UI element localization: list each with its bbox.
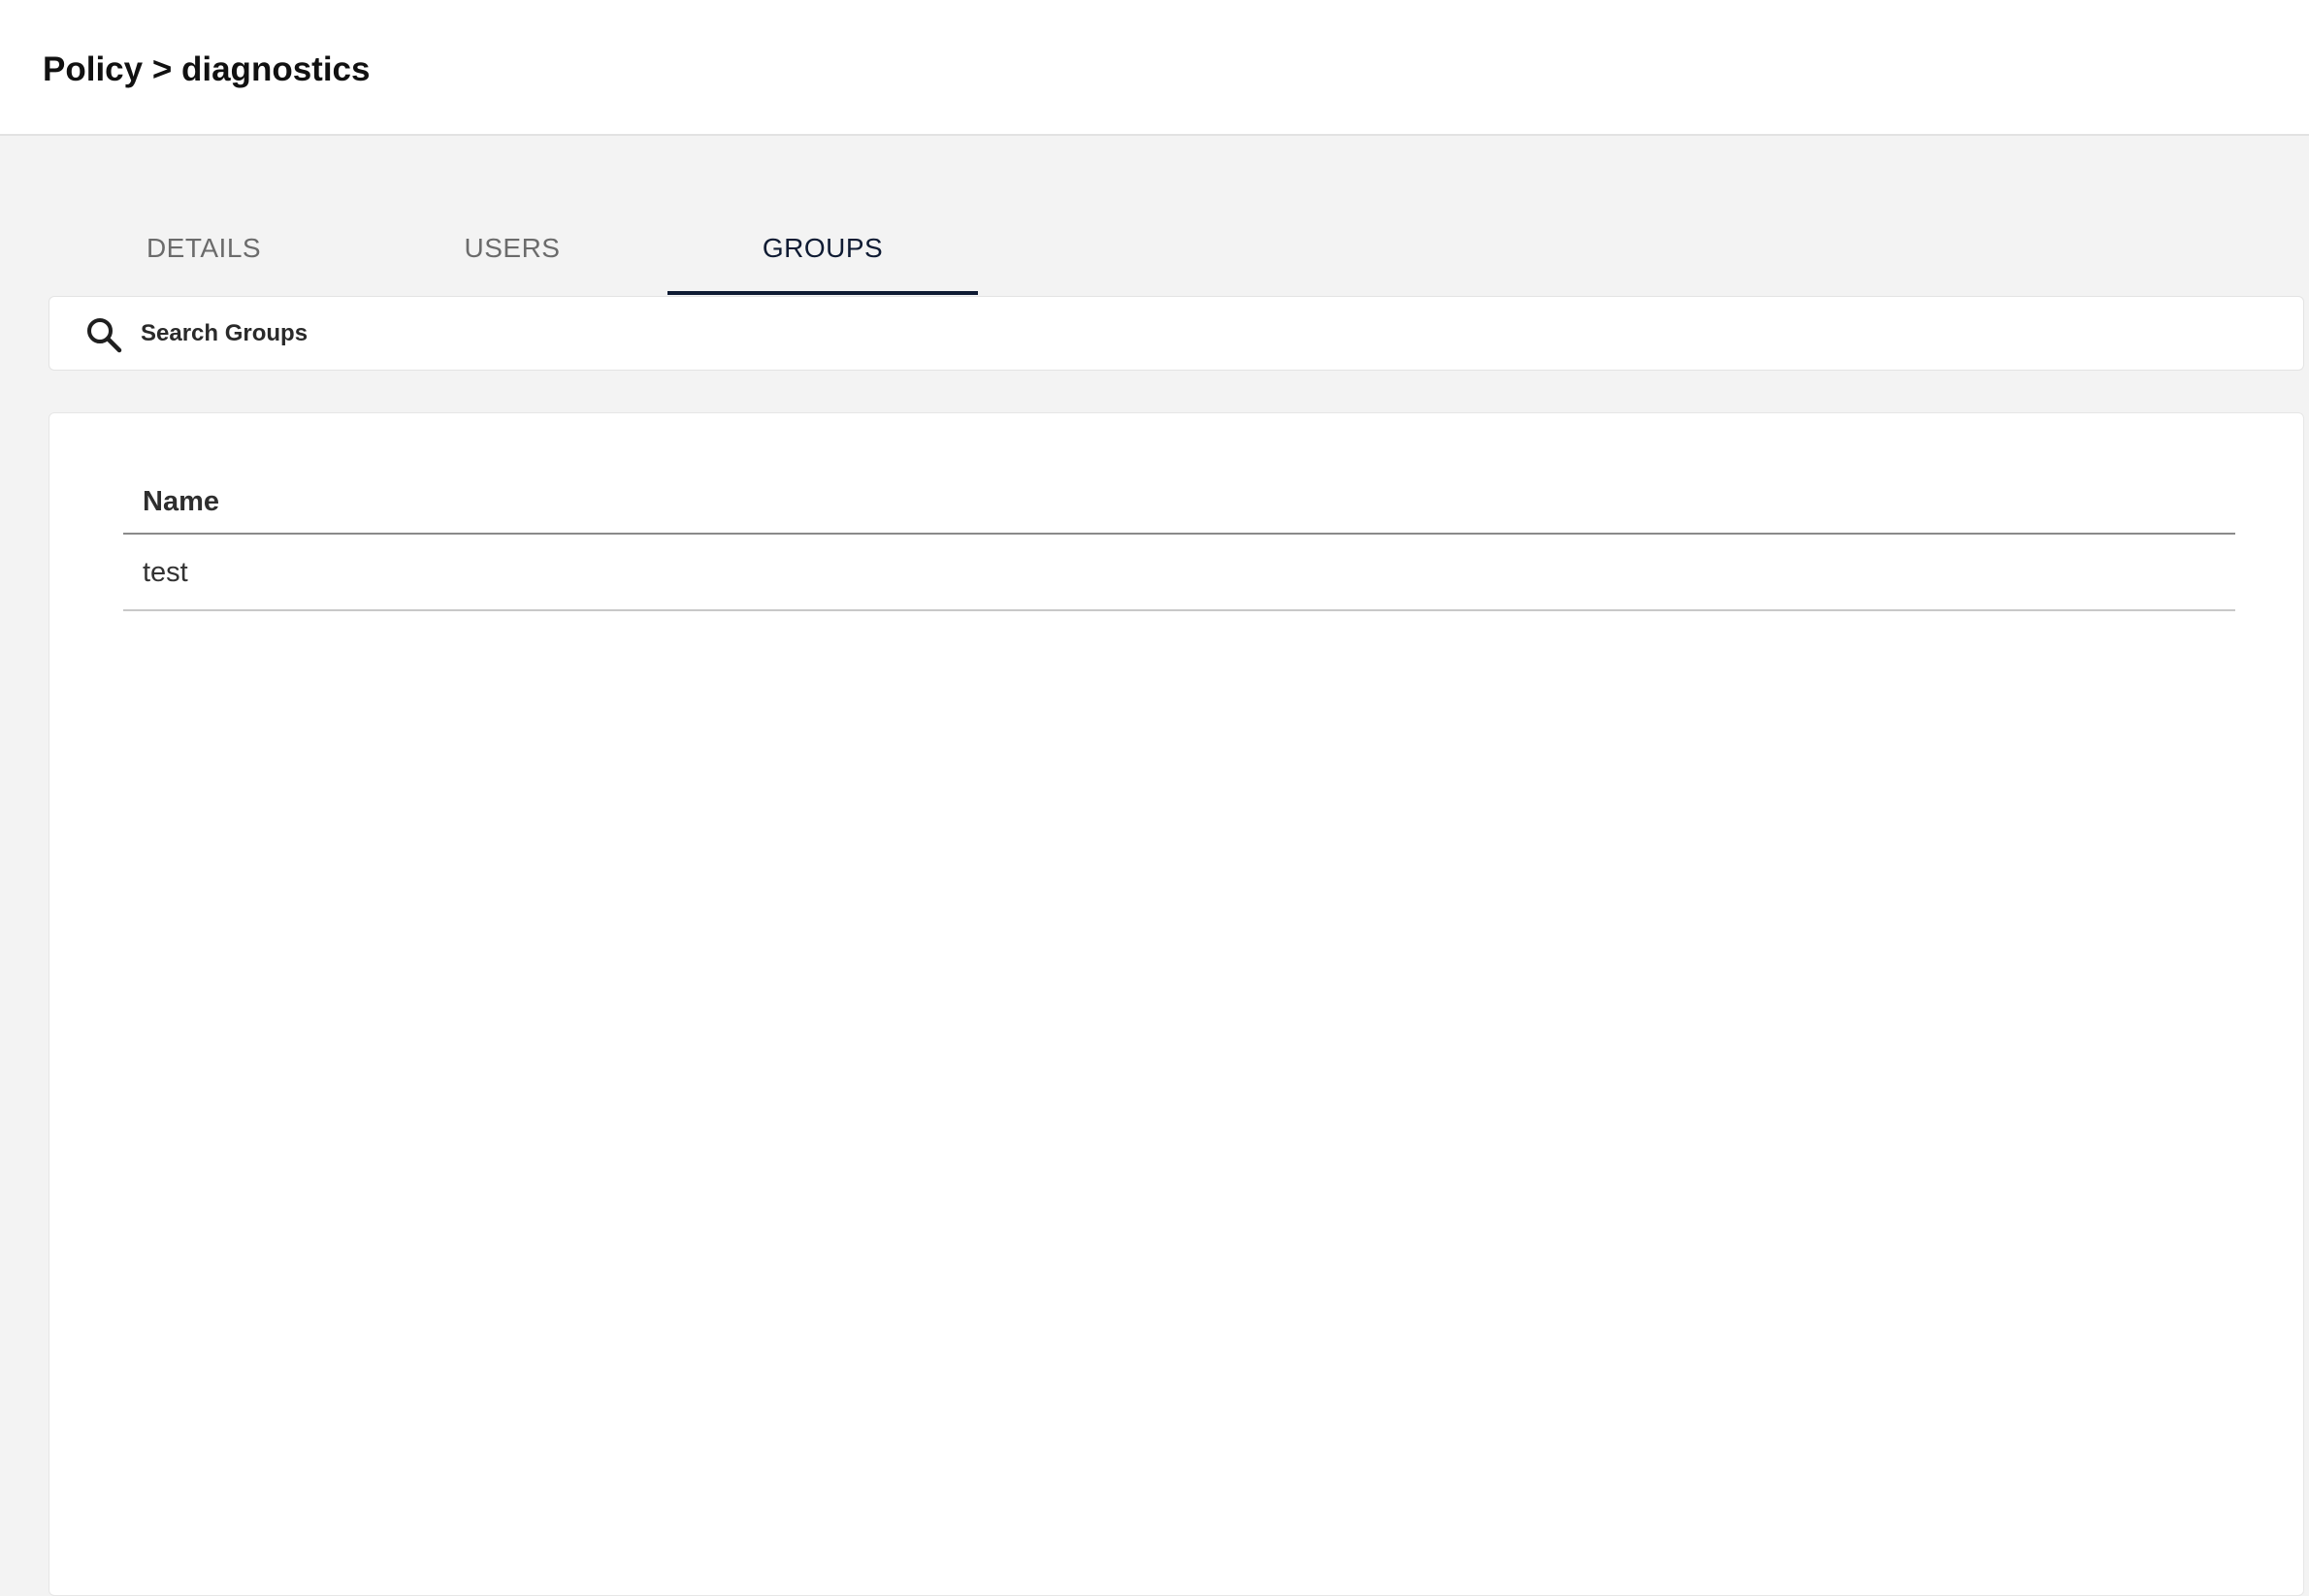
search-input[interactable] — [141, 309, 2275, 359]
groups-table: Name test — [123, 457, 2235, 611]
search-bar — [49, 296, 2304, 371]
table-row[interactable]: test — [123, 535, 2235, 611]
tab-users[interactable]: USERS — [357, 213, 667, 295]
tab-bar: DETAILS USERS GROUPS — [49, 213, 1019, 295]
page-title: Policy > diagnostics — [43, 50, 371, 88]
table-cell-name: test — [143, 557, 188, 588]
search-icon — [84, 315, 123, 354]
groups-panel: Name test — [49, 412, 2304, 1596]
tab-groups[interactable]: GROUPS — [667, 213, 978, 295]
page-header: Policy > diagnostics — [0, 0, 2309, 136]
column-header-name[interactable]: Name — [123, 457, 2235, 535]
tab-details[interactable]: DETAILS — [49, 213, 359, 295]
